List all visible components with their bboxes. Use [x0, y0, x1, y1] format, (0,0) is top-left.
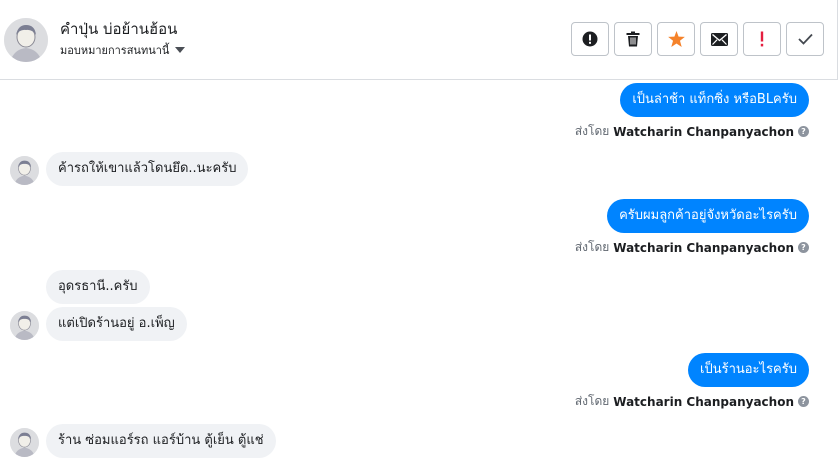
message-text: แต่เปิดร้านอยู่ อ.เพ็ญ [58, 316, 175, 331]
conversation-header: คำปุ่น บ่อย้านฮ้อน มอบหมายการสนทนานี้ [0, 0, 838, 80]
outgoing-message[interactable]: เป็นร้านอะไรครับ [688, 353, 809, 387]
contact-avatar-small [10, 156, 39, 185]
incoming-message[interactable]: ค้ารถให้เขาแล้วโดนยึด..นะครับ [46, 152, 249, 186]
contact-name: คำปุ่น บ่อย้านฮ้อน [60, 20, 178, 38]
help-icon[interactable]: ? [798, 396, 809, 407]
follow-up-button[interactable] [743, 22, 781, 56]
contact-avatar-small [10, 428, 39, 457]
incoming-message[interactable]: อุดรธานี..ครับ [46, 270, 150, 304]
help-icon[interactable]: ? [798, 242, 809, 253]
sent-by-label: ส่งโดย [574, 240, 610, 254]
outgoing-message[interactable]: เป็นล่าช้า แท็กซิ่ง หรือBLครับ [620, 83, 809, 117]
message-text: อุดรธานี..ครับ [58, 279, 138, 294]
agent-name[interactable]: Watcharin Chanpanyachon [613, 395, 794, 409]
message-text: ร้าน ซ่อมแอร์รถ แอร์บ้าน ตู้เย็น ตู้แช่ [58, 433, 264, 448]
sent-by-line: ส่งโดย Watcharin Chanpanyachon ? [575, 122, 809, 141]
help-icon[interactable]: ? [798, 126, 809, 137]
message-text: เป็นล่าช้า แท็กซิ่ง หรือBLครับ [632, 92, 797, 107]
message-text: เป็นร้านอะไรครับ [700, 362, 797, 377]
star-button[interactable] [657, 22, 695, 56]
envelope-icon [710, 32, 728, 46]
exclamation-icon [760, 31, 764, 47]
mark-as-done-button[interactable] [786, 22, 824, 56]
outgoing-message[interactable]: ครับผมลูกค้าอยู่จังหวัดอะไรครับ [607, 199, 809, 233]
agent-name[interactable]: Watcharin Chanpanyachon [613, 125, 794, 139]
sent-by-line: ส่งโดย Watcharin Chanpanyachon ? [575, 238, 809, 257]
mark-unread-button[interactable] [700, 22, 738, 56]
trash-icon [626, 31, 640, 47]
sent-by-label: ส่งโดย [574, 124, 610, 138]
check-icon [797, 33, 813, 45]
star-icon [667, 31, 685, 47]
agent-name[interactable]: Watcharin Chanpanyachon [613, 241, 794, 255]
sent-by-label: ส่งโดย [574, 394, 610, 408]
delete-button[interactable] [614, 22, 652, 56]
message-thread: เป็นล่าช้า แท็กซิ่ง หรือBLครับ ส่งโดย Wa… [0, 81, 838, 458]
message-text: ค้ารถให้เขาแล้วโดนยึด..นะครับ [58, 161, 237, 176]
incoming-message[interactable]: แต่เปิดร้านอยู่ อ.เพ็ญ [46, 307, 187, 341]
alert-circle-icon [582, 31, 598, 47]
assign-label: มอบหมายการสนทนานี้ [60, 44, 170, 57]
incoming-message[interactable]: ร้าน ซ่อมแอร์รถ แอร์บ้าน ตู้เย็น ตู้แช่ [46, 424, 276, 458]
contact-avatar-small [10, 311, 39, 340]
mark-as-spam-button[interactable] [571, 22, 609, 56]
sent-by-line: ส่งโดย Watcharin Chanpanyachon ? [575, 392, 809, 411]
caret-down-icon [175, 47, 186, 53]
assign-conversation-dropdown[interactable]: มอบหมายการสนทนานี้ [60, 41, 186, 59]
message-text: ครับผมลูกค้าอยู่จังหวัดอะไรครับ [619, 208, 797, 223]
contact-avatar[interactable] [4, 18, 48, 62]
conversation-toolbar [571, 22, 824, 56]
